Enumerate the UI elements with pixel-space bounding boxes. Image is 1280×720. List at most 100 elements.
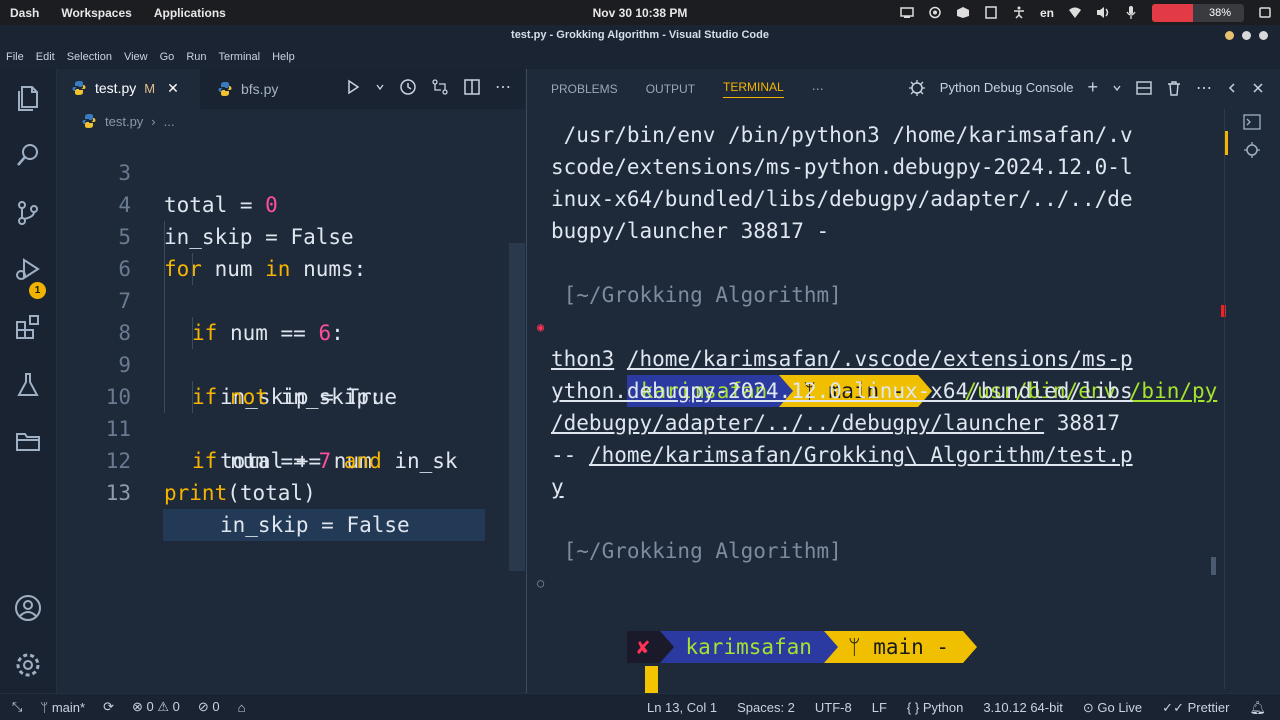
menu-run[interactable]: Run [186,51,206,63]
run-python-file-icon[interactable] [345,79,361,95]
menu-help[interactable]: Help [272,51,295,63]
activity-bar: 1 [0,69,57,693]
source-control-icon[interactable] [14,199,42,227]
chevron-left-icon[interactable] [1226,82,1238,94]
tab-test-py[interactable]: test.py M ✕ [57,69,200,109]
git-branch-icon: ᛘ [847,635,874,659]
clipboard-icon[interactable] [984,6,998,19]
indentation[interactable]: Spaces: 2 [737,700,795,715]
package-icon[interactable] [956,6,970,19]
prettier-status[interactable]: ✓✓ Prettier [1162,700,1229,716]
git-branch-status[interactable]: ᛘ main* [40,700,85,715]
terminal-line: ython.debugpy-2024.12.0-linux-x64/bundle… [551,379,1133,403]
code-editor[interactable]: 3 total = 0 4 in_skip = False 5 for num … [57,129,525,689]
command-text: /home/karimsafan/.vscode/extensions/ms-p [626,347,1133,371]
file-encoding[interactable]: UTF-8 [815,700,852,715]
search-icon[interactable] [14,141,42,169]
close-window-button[interactable] [1259,31,1268,40]
debug-launch-icon[interactable]: ⌂ [238,700,246,715]
editor-tabs: test.py M ✕ bfs.py ⋯ [57,69,525,109]
tab-terminal[interactable]: TERMINAL [723,80,784,98]
settings-gear-icon[interactable] [14,651,42,679]
power-menu-icon[interactable] [1258,6,1272,19]
run-debug-icon[interactable] [14,255,42,283]
menu-edit[interactable]: Edit [36,51,55,63]
menu-terminal[interactable]: Terminal [219,51,261,63]
screen-icon[interactable] [900,6,914,19]
prettier-label: Prettier [1187,699,1230,715]
compare-changes-icon[interactable] [431,78,449,96]
window-title-bar: test.py - Grokking Algorithm - Visual St… [0,25,1280,45]
breadcrumb: test.py › ... [81,113,174,129]
extensions-icon[interactable] [14,313,42,341]
battery-indicator[interactable]: 38% [1152,3,1244,22]
more-actions-icon[interactable]: ⋯ [495,77,511,97]
command-text: /home/karimsafan/Grokking\ Algorithm/tes… [588,443,1133,467]
sync-icon[interactable]: ⟳ [103,699,114,715]
timeline-history-icon[interactable] [399,78,417,96]
breadcrumb-more[interactable]: ... [164,114,175,129]
maximize-button[interactable] [1242,31,1251,40]
minimize-button[interactable] [1225,31,1234,40]
code-line: 10 if num == 7 and in_sk [57,349,525,473]
menu-bar: File Edit Selection View Go Run Terminal… [0,45,1280,69]
wifi-icon[interactable] [1068,6,1082,19]
python-interpreter[interactable]: 3.10.12 64-bit [983,700,1063,715]
menu-view[interactable]: View [124,51,148,63]
end-of-line[interactable]: LF [872,700,887,715]
split-terminal-icon[interactable] [1136,80,1152,96]
menu-go[interactable]: Go [160,51,175,63]
prompt-branch: main - [873,635,950,659]
chevron-down-icon[interactable] [1112,83,1122,93]
new-terminal-icon[interactable]: + [1087,77,1098,98]
terminal-shell-icon[interactable] [1243,113,1261,131]
indent-guide [164,285,165,317]
panel-more-icon[interactable]: ⋯ [812,82,824,96]
warning-count: 0 [172,699,180,714]
accounts-icon[interactable] [14,594,42,622]
debug-console-icon[interactable] [1243,141,1261,159]
notifications-bell-icon[interactable]: 🔔︎ [1249,700,1266,716]
close-panel-icon[interactable] [1252,82,1264,94]
trash-icon[interactable] [1166,80,1182,96]
window-title: test.py - Grokking Algorithm - Visual St… [511,29,769,41]
terminal-scrollbar[interactable] [1211,557,1216,575]
explorer-icon[interactable] [14,83,42,111]
breadcrumb-file[interactable]: test.py [105,114,143,129]
tab-problems[interactable]: PROBLEMS [551,82,618,96]
ports-status[interactable]: ⊘ 0 [198,699,220,715]
modified-indicator: M [144,80,156,96]
volume-icon[interactable] [1096,6,1110,19]
panel-toolbar: Python Debug Console + ⋯ [908,77,1264,98]
more-actions-icon[interactable]: ⋯ [1196,78,1212,98]
microphone-icon[interactable] [1124,6,1138,19]
tab-bfs-py[interactable]: bfs.py [207,69,278,109]
folder-icon[interactable] [14,427,42,455]
cursor-position[interactable]: Ln 13, Col 1 [647,700,717,715]
accessibility-icon[interactable] [1012,6,1026,19]
terminal-name[interactable]: Python Debug Console [940,80,1074,95]
chevron-down-icon[interactable] [375,82,385,92]
keyboard-language[interactable]: en [1040,6,1054,20]
split-editor-icon[interactable] [463,78,481,96]
tab-output[interactable]: OUTPUT [646,82,695,96]
menu-selection[interactable]: Selection [67,51,112,63]
remote-indicator-icon[interactable]: ⤡ [12,699,22,715]
go-live-button[interactable]: ⊙ Go Live [1083,700,1142,716]
terminal-output[interactable]: /usr/bin/env /bin/python3 /home/karimsaf… [537,119,1217,694]
selected-terminal-indicator [1225,131,1228,155]
terminal-line: y [551,475,564,499]
close-tab-icon[interactable]: ✕ [167,80,179,97]
code-line: 12 print(total) [57,413,525,505]
menu-file[interactable]: File [6,51,24,63]
indent-guide [164,381,165,413]
language-mode[interactable]: { } Python [907,700,963,715]
color-picker-icon[interactable] [928,6,942,19]
command-text: /debugpy/adapter/../../debugpy/launcher [551,411,1045,435]
prompt-status-dot: ◉ [537,320,545,334]
status-bar: ⤡ ᛘ main* ⟳ ⊗ 0 ⚠ 0 ⊘ 0 ⌂ Ln 13, Col 1 S… [0,693,1280,720]
testing-icon[interactable] [14,371,42,399]
problems-status[interactable]: ⊗ 0 ⚠ 0 [132,699,180,715]
prompt-directory: [~/Grokking Algorithm] [551,283,842,307]
prompt-line: ○ ✘ karimsafan ᛘ main - [537,567,1211,694]
